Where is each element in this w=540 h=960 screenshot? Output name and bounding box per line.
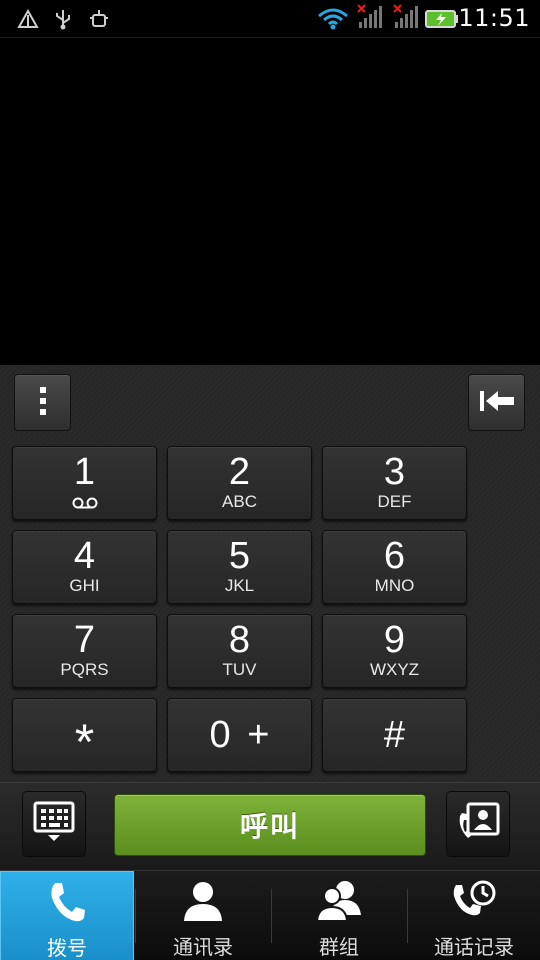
status-bar: 11:51 xyxy=(0,0,540,38)
key-hash[interactable]: # xyxy=(322,698,467,772)
contact-card-icon xyxy=(456,802,500,846)
key-0[interactable]: 0 + xyxy=(167,698,312,772)
key-6[interactable]: 6 MNO xyxy=(322,530,467,604)
key-7[interactable]: 7 PQRS xyxy=(12,614,157,688)
alert-icon xyxy=(16,8,40,30)
tab-label: 通话记录 xyxy=(434,935,514,959)
key-letters: ABC xyxy=(222,492,257,511)
tab-label: 通讯录 xyxy=(173,935,233,959)
key-letters: PQRS xyxy=(60,660,109,679)
key-digit: 7 xyxy=(73,619,96,661)
key-digit: 4 xyxy=(73,535,96,577)
call-button-label: 呼叫 xyxy=(239,810,300,843)
key-letters: DEF xyxy=(377,492,412,511)
key-digit: 0 + xyxy=(209,714,270,756)
signal-no-service-icon-2 xyxy=(390,4,420,30)
bottom-tab-bar: 拨号 通讯录 群组 通话记录 xyxy=(0,870,540,960)
wifi-icon xyxy=(316,8,350,30)
call-history-icon xyxy=(451,879,497,927)
key-3[interactable]: 3 DEF xyxy=(322,446,467,520)
tab-dialer[interactable]: 拨号 xyxy=(0,871,134,960)
key-digit: 1 xyxy=(73,450,96,493)
dialer-panel: 1 2 ABC 3 DEF 4 GHI 5 JKL 6 MNO 7 PQRS 8… xyxy=(0,365,540,782)
status-clock: 11:51 xyxy=(458,4,530,32)
key-letters: JKL xyxy=(224,576,255,595)
key-5[interactable]: 5 JKL xyxy=(167,530,312,604)
key-9[interactable]: 9 WXYZ xyxy=(322,614,467,688)
key-digit: * xyxy=(74,714,95,770)
action-row: 呼叫 xyxy=(0,782,540,870)
key-letters: MNO xyxy=(374,576,415,595)
tab-label: 拨号 xyxy=(47,936,87,960)
tab-label: 群组 xyxy=(319,935,359,959)
key-2[interactable]: 2 ABC xyxy=(167,446,312,520)
android-debug-icon xyxy=(88,8,110,30)
keypad-hide-icon xyxy=(33,801,75,847)
tab-call-history[interactable]: 通话记录 xyxy=(408,871,540,960)
phone-icon xyxy=(47,880,87,928)
call-button[interactable]: 呼叫 xyxy=(114,794,426,856)
tab-groups[interactable]: 群组 xyxy=(272,871,406,960)
key-digit: 9 xyxy=(383,619,406,661)
signal-no-service-icon xyxy=(354,4,384,30)
key-1[interactable]: 1 xyxy=(12,446,157,520)
key-letters: TUV xyxy=(222,660,257,679)
tab-contacts[interactable]: 通讯录 xyxy=(136,871,270,960)
key-digit: # xyxy=(383,714,406,756)
key-digit: 3 xyxy=(383,451,406,493)
number-display[interactable] xyxy=(0,38,540,365)
key-digit: 6 xyxy=(383,535,406,577)
voicemail-icon xyxy=(72,494,98,513)
person-icon xyxy=(181,879,225,927)
key-digit: 2 xyxy=(228,451,251,493)
more-options-button[interactable] xyxy=(14,374,71,431)
key-letters: WXYZ xyxy=(369,660,420,679)
more-vert-icon xyxy=(38,385,48,421)
key-8[interactable]: 8 TUV xyxy=(167,614,312,688)
backspace-button[interactable] xyxy=(468,374,525,431)
key-star[interactable]: * xyxy=(12,698,157,772)
key-4[interactable]: 4 GHI xyxy=(12,530,157,604)
battery-charging-icon xyxy=(424,8,460,30)
group-icon xyxy=(315,879,363,927)
key-digit: 8 xyxy=(228,619,251,661)
hide-keypad-button[interactable] xyxy=(22,791,86,857)
backspace-icon xyxy=(478,388,516,418)
key-letters: GHI xyxy=(69,576,100,595)
key-digit: 5 xyxy=(228,535,251,577)
usb-icon xyxy=(52,8,74,30)
add-to-contacts-button[interactable] xyxy=(446,791,510,857)
